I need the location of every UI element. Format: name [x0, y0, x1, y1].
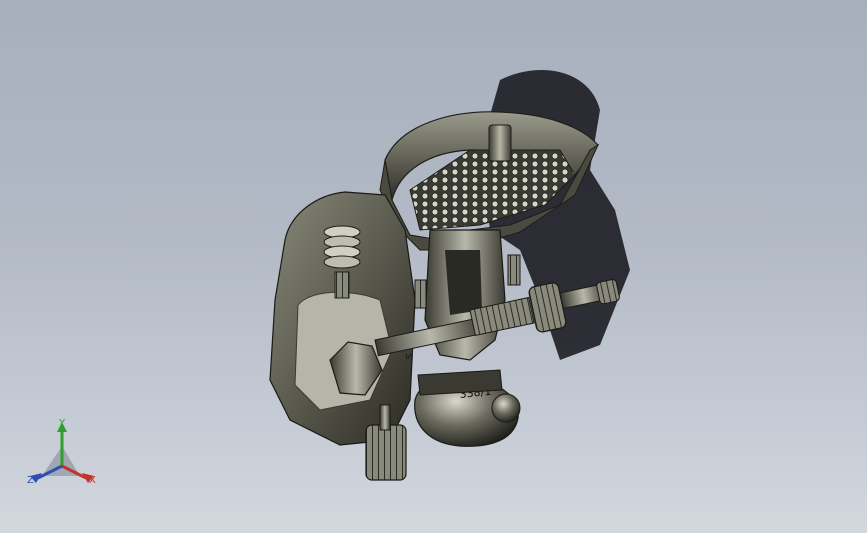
bowl-band — [417, 369, 503, 396]
venturi-bore — [445, 250, 482, 315]
triad-x-label: X — [89, 475, 96, 486]
triad-y-label: Y — [59, 418, 66, 429]
filter-bolt — [488, 124, 512, 162]
drain-fitting — [365, 424, 407, 481]
adjuster-knob — [596, 279, 620, 305]
valve-mark: S — [405, 353, 416, 361]
graphics-viewport[interactable]: S 338/1 Y X Z — [0, 0, 867, 533]
triad-z-label: Z — [27, 475, 34, 486]
throttle-stop-screw — [507, 254, 521, 286]
idle-spring — [334, 271, 350, 299]
orientation-triad[interactable]: Y X Z — [24, 418, 106, 494]
bowl-cap — [491, 393, 521, 423]
carburetor-section-model[interactable]: S 338/1 — [0, 0, 867, 533]
top-left-screw — [414, 279, 427, 309]
drain-screw — [379, 404, 391, 431]
